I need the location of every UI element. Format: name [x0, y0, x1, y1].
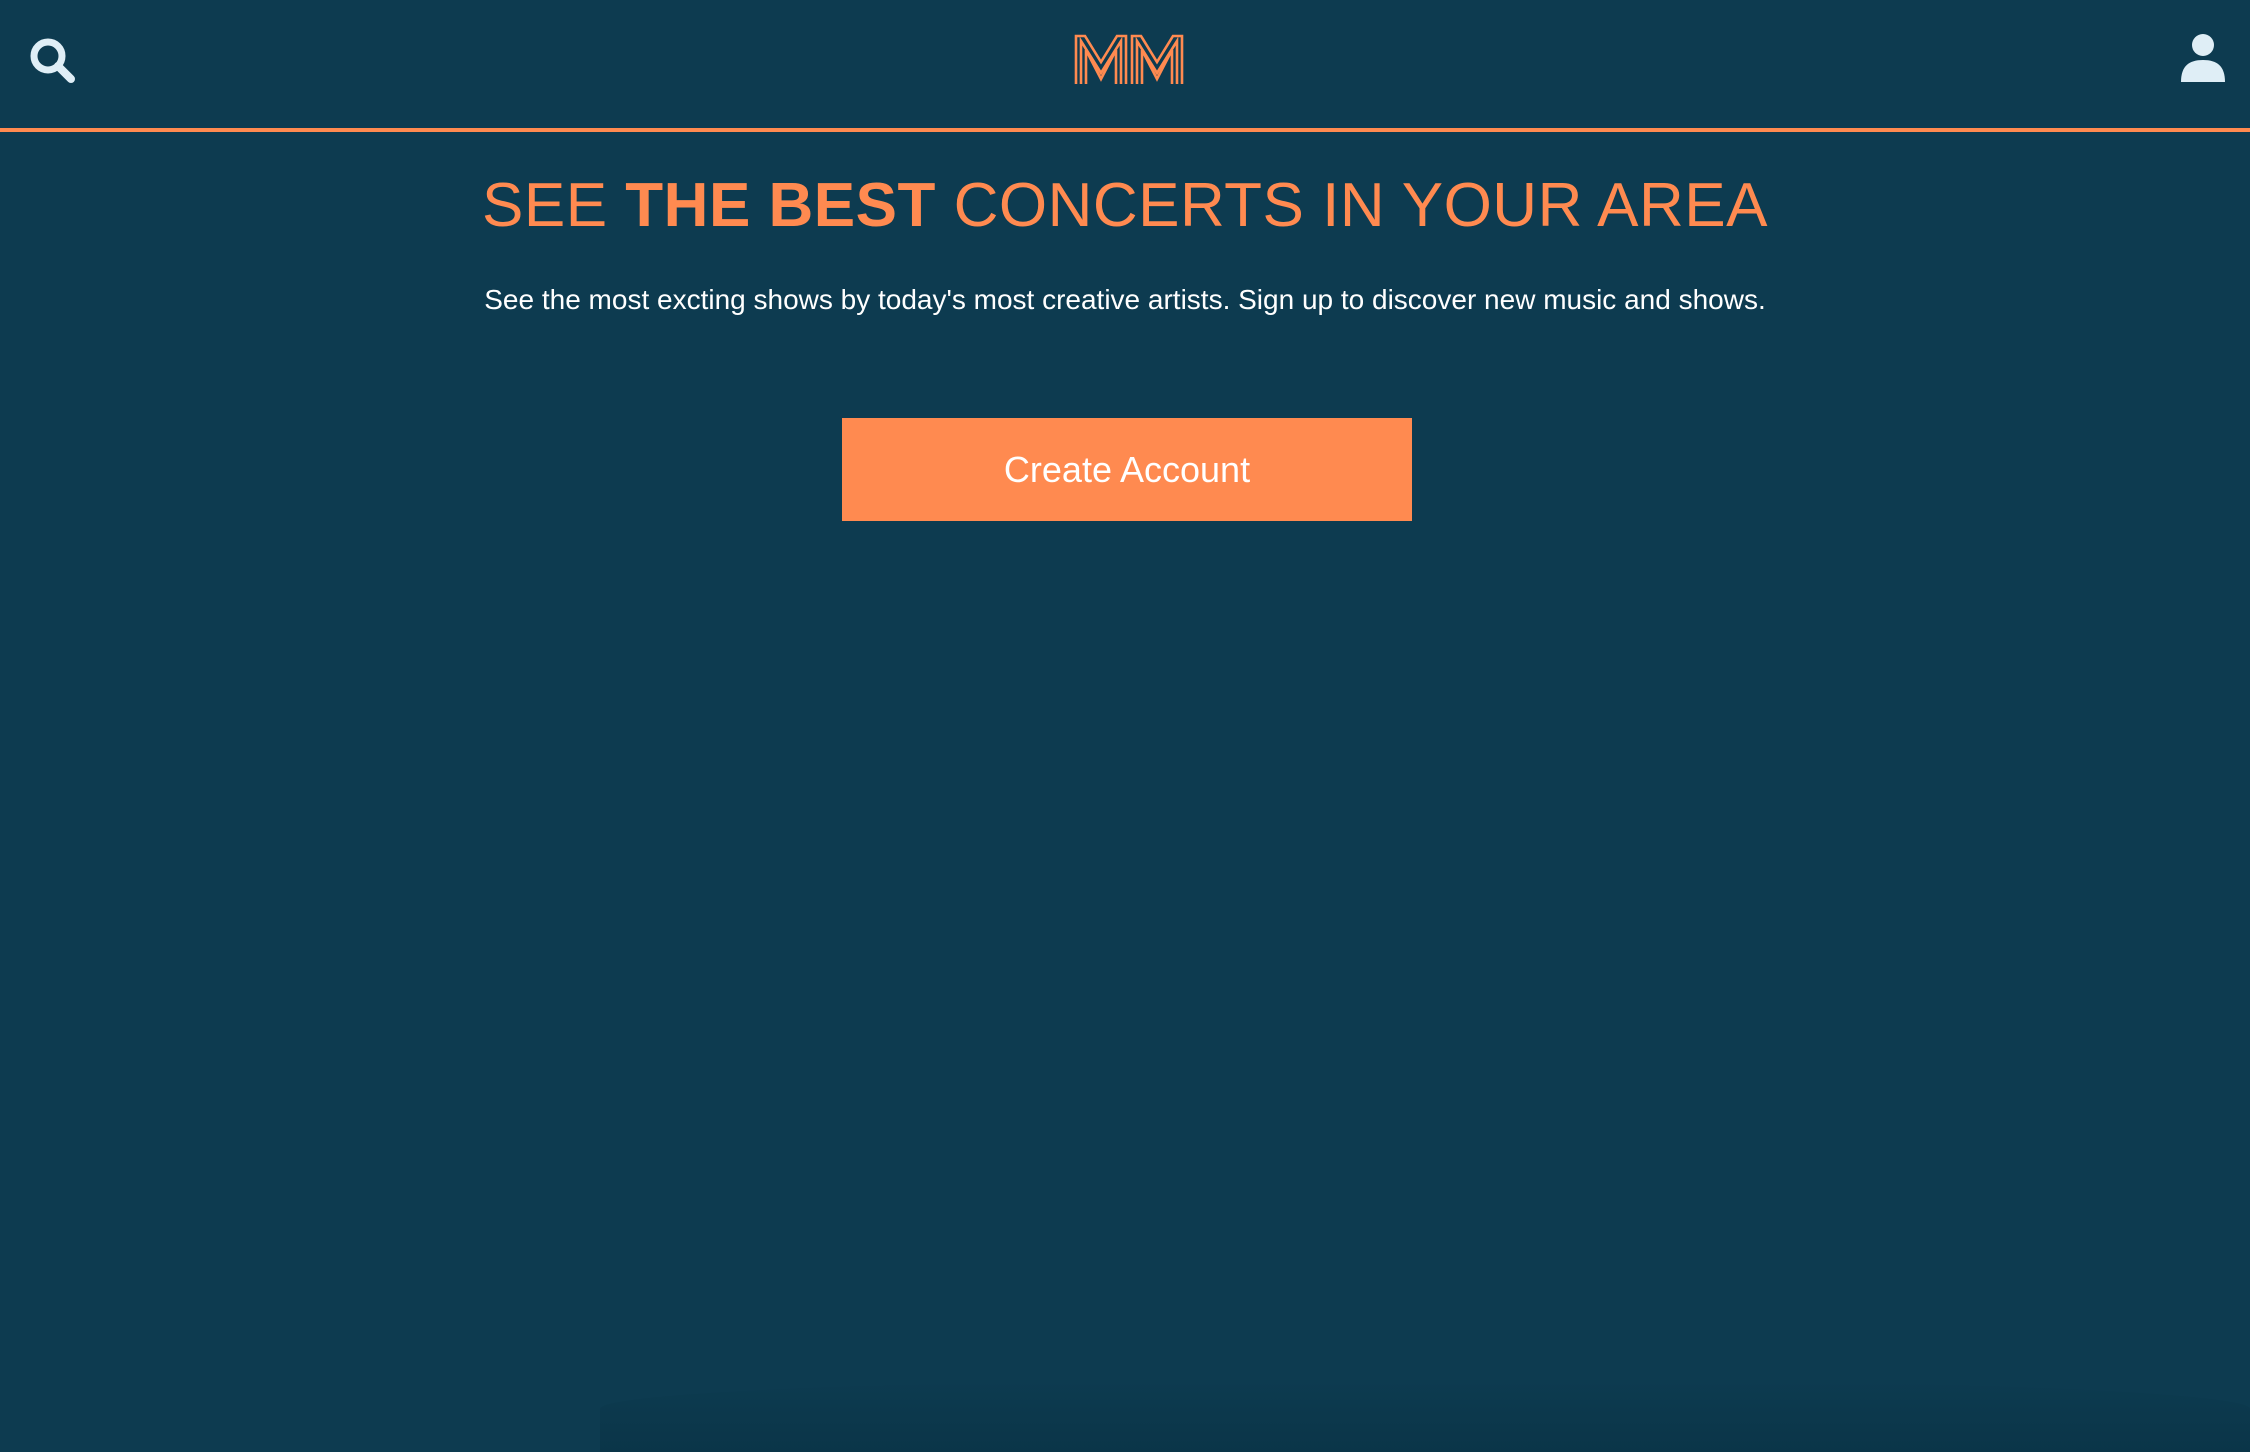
top-nav-bar: [0, 0, 2250, 132]
mm-logo-icon: [1074, 34, 1184, 84]
hero-title-post: CONCERTS IN YOUR AREA: [935, 171, 1768, 240]
hero-title: SEE THE BEST CONCERTS IN YOUR AREA: [0, 168, 2250, 244]
user-icon: [2181, 34, 2225, 82]
brand-logo[interactable]: [1074, 32, 1184, 88]
create-account-button[interactable]: Create Account: [842, 418, 1412, 521]
bottom-shadow: [600, 1380, 2250, 1452]
hero-title-strong: THE BEST: [625, 171, 936, 240]
hero-title-pre: SEE: [482, 171, 626, 240]
hero-subtitle: See the most excting shows by today's mo…: [484, 284, 1766, 315]
search-icon: [30, 38, 75, 83]
account-button[interactable]: [2180, 32, 2226, 84]
search-button[interactable]: [26, 34, 82, 90]
